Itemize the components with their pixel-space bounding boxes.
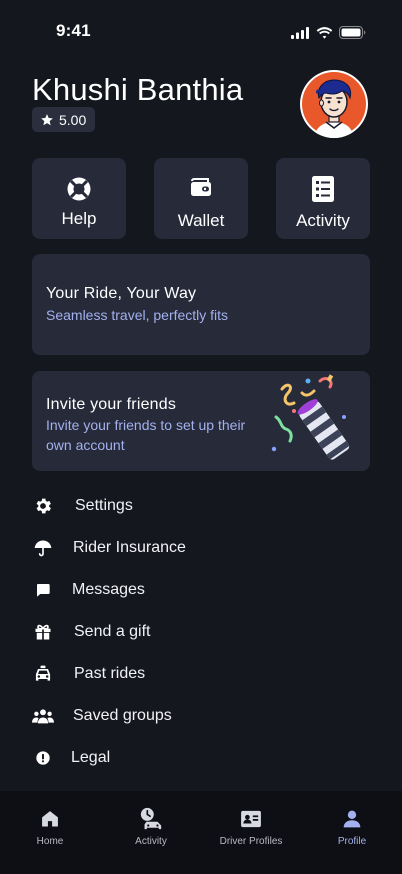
invite-title: Invite your friends [46, 396, 177, 413]
wallet-tile[interactable]: Wallet [154, 158, 248, 239]
menu-label-legal: Legal [71, 749, 111, 766]
message-icon [36, 584, 50, 597]
nav-home-label: Home [36, 836, 64, 847]
menu-label-send-a-gift: Send a gift [74, 623, 151, 640]
avatar[interactable] [300, 70, 368, 138]
menu-label-settings: Settings [75, 497, 133, 514]
activity-tile[interactable]: Activity [276, 158, 370, 239]
menu-item-saved-groups[interactable]: Saved groups [32, 701, 332, 731]
wifi-icon [316, 26, 333, 39]
alert-icon [36, 751, 50, 765]
help-tile[interactable]: Help [32, 158, 126, 239]
rating-value: 5.00 [59, 111, 87, 128]
status-bar: 9:41 [0, 0, 402, 60]
rating-badge: 5.00 [32, 107, 96, 132]
menu-item-rider-insurance[interactable]: Rider Insurance [32, 533, 332, 563]
bottom-nav: Home Activity Driver Profiles Profile [0, 791, 402, 874]
status-time: 9:41 [56, 21, 91, 40]
invite-subtitle-line1: Invite your friends to set up their [46, 417, 246, 433]
person-icon [343, 810, 361, 828]
group-icon [32, 709, 54, 724]
party-popper-illustration [271, 374, 350, 460]
car-icon [35, 665, 51, 681]
umbrella-icon [34, 540, 52, 557]
menu-item-past-rides[interactable]: Past rides [32, 659, 332, 689]
wallet-icon [191, 178, 211, 196]
star-icon [41, 113, 53, 125]
promo-title: Your Ride, Your Way [46, 285, 197, 302]
menu-label-past-rides: Past rides [74, 665, 146, 682]
nav-profile[interactable]: Profile [302, 791, 402, 851]
nav-profile-label: Profile [337, 836, 367, 847]
id-card-icon [241, 810, 261, 828]
promo-subtitle: Seamless travel, perfectly fits [46, 307, 229, 323]
avatar-illustration [302, 72, 366, 138]
menu-item-send-a-gift[interactable]: Send a gift [32, 617, 332, 647]
nav-driver-profiles-label: Driver Profiles [219, 836, 283, 847]
nav-home[interactable]: Home [0, 791, 100, 851]
list-icon [312, 176, 334, 202]
menu-item-messages[interactable]: Messages [32, 575, 332, 605]
gift-icon [35, 624, 51, 640]
nav-activity-label: Activity [135, 836, 167, 847]
invite-subtitle-line2: own account [46, 437, 125, 453]
menu-label-messages: Messages [72, 581, 145, 598]
menu-item-settings[interactable]: Settings [32, 491, 332, 521]
help-label: Help [61, 209, 97, 228]
invite-card[interactable]: Invite your friends Invite your friends … [32, 371, 370, 471]
nav-driver-profiles[interactable]: Driver Profiles [201, 791, 301, 851]
wallet-label: Wallet [177, 211, 225, 230]
battery-icon [339, 26, 366, 39]
promo-card[interactable]: Your Ride, Your Way Seamless travel, per… [32, 254, 370, 355]
activity-label: Activity [296, 211, 350, 230]
cellular-signal-icon [291, 26, 309, 39]
menu-label-saved-groups: Saved groups [73, 707, 172, 724]
menu-label-rider-insurance: Rider Insurance [73, 539, 186, 556]
status-icons [291, 26, 366, 39]
lifebuoy-icon [67, 177, 91, 201]
profile-name: Khushi Banthia [32, 72, 244, 107]
gear-icon [36, 498, 51, 514]
activity-icon [140, 807, 162, 830]
home-icon [42, 811, 58, 827]
menu-item-legal[interactable]: Legal [32, 743, 332, 773]
nav-activity[interactable]: Activity [101, 791, 201, 851]
